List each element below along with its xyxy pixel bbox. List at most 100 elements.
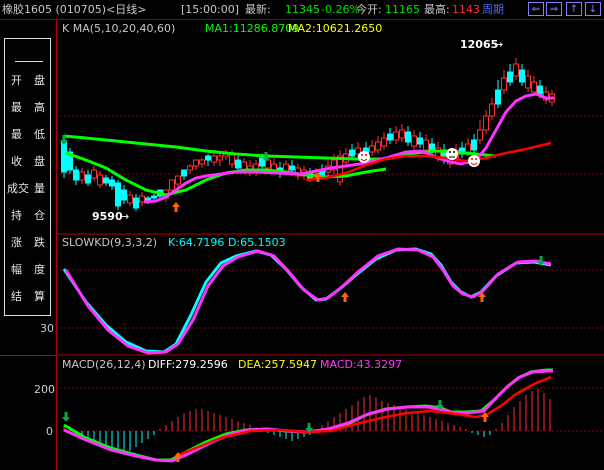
- candle-body: [115, 182, 121, 207]
- menu-item-position[interactable]: 持仓: [5, 204, 50, 226]
- candle-body: [369, 145, 375, 153]
- kd-axis-label: 30: [40, 322, 54, 335]
- latest-value: 11345: [285, 3, 320, 16]
- candlesticks: [61, 58, 555, 211]
- menu-item-settle[interactable]: 结算: [5, 285, 50, 307]
- kd-k-value: K:64.7196: [168, 236, 224, 249]
- candle-body: [91, 169, 97, 179]
- candle-body: [519, 69, 525, 83]
- candle-body: [477, 129, 483, 141]
- field-menu: 开盘 最高 最低 收盘 成交量 持仓 涨跌 幅度 结算: [4, 38, 51, 316]
- candle-body: [73, 169, 79, 181]
- nav-right-icon[interactable]: ⇒: [546, 2, 562, 16]
- candle-body: [151, 195, 157, 199]
- candle-body: [205, 155, 211, 161]
- macd-diff-value: DIFF:279.2596: [148, 358, 228, 371]
- macd-dea-value: DEA:257.5947: [238, 358, 317, 371]
- open-label: 今开:: [356, 3, 382, 16]
- buy-arrow-icon: [172, 202, 180, 212]
- menu-item-volume[interactable]: 成交量: [5, 177, 50, 199]
- candle-body: [381, 137, 387, 147]
- smiley-face-icon: [358, 151, 370, 163]
- ma2-value: MA2:10621.2650: [288, 22, 382, 35]
- kd-k-line: [62, 247, 552, 354]
- candle-body: [211, 155, 217, 163]
- candle-body: [411, 135, 417, 147]
- candle-body: [139, 195, 145, 203]
- open-value: 11165: [385, 3, 420, 16]
- candle-body: [423, 139, 429, 151]
- latest-label: 最新:: [245, 3, 271, 16]
- candle-body: [375, 141, 381, 151]
- candle-body: [217, 155, 223, 161]
- main-panel-title: K MA(5,10,20,40,60): [62, 22, 175, 35]
- nav-left-icon[interactable]: ⇐: [528, 2, 544, 16]
- candle-body: [175, 175, 181, 185]
- candle-body: [393, 131, 399, 141]
- high-value: 1143: [452, 3, 480, 16]
- candle-body: [187, 165, 193, 171]
- sell-arrow-icon: [62, 412, 70, 422]
- candle-body: [537, 85, 543, 95]
- nav-up-icon[interactable]: ↑: [566, 2, 582, 16]
- candle-body: [495, 89, 501, 105]
- candle-body: [109, 179, 115, 187]
- change-percent: -0.26%: [321, 3, 360, 16]
- candle-body: [471, 139, 477, 151]
- macd-axis-200: 200: [34, 383, 55, 396]
- side-panel: 开盘 最高 最低 收盘 成交量 持仓 涨跌 幅度 结算 30: [0, 20, 57, 354]
- menu-item-change[interactable]: 涨跌: [5, 231, 50, 253]
- candle-body: [79, 171, 85, 181]
- menu-item-close[interactable]: 收盘: [5, 150, 50, 172]
- candle-body: [501, 77, 507, 91]
- candle-body: [199, 159, 205, 165]
- candle-body: [97, 174, 103, 186]
- candle-body: [145, 197, 151, 201]
- low-marker: 9590: [92, 210, 123, 223]
- kline-chart[interactable]: K MA(5,10,20,40,60) MA1:11286.8709 MA2:1…: [56, 20, 604, 469]
- kd-panel-title: SLOWKD(9,3,3,2): [62, 236, 157, 249]
- macd-axis-0: 0: [46, 425, 53, 438]
- macd-side-panel: 200 0: [0, 355, 57, 470]
- candle-body: [133, 197, 139, 209]
- high-marker: 12065: [460, 38, 498, 51]
- candle-body: [399, 129, 405, 139]
- menu-divider: [15, 61, 43, 62]
- menu-item-high[interactable]: 最高: [5, 96, 50, 118]
- neutral-face-icon: [446, 148, 458, 160]
- candle-body: [513, 63, 519, 77]
- candle-body: [121, 189, 127, 201]
- high-marker-arrow-icon: →: [494, 38, 503, 51]
- macd-histogram-value: MACD:43.3297: [320, 358, 402, 371]
- buy-arrow-icon: [341, 292, 349, 302]
- symbol-name: 橡胶1605 (010705): [2, 3, 107, 16]
- cycle-button[interactable]: 周期: [482, 0, 504, 19]
- menu-item-open[interactable]: 开盘: [5, 69, 50, 91]
- high-label: 最高:: [424, 3, 450, 16]
- candle-body: [417, 137, 423, 145]
- period-label[interactable]: <日线>: [106, 3, 146, 16]
- kd-d-line: [64, 247, 552, 355]
- nav-down-icon[interactable]: ↓: [585, 2, 601, 16]
- chart-grid: [56, 115, 604, 432]
- macd-histogram: [63, 389, 551, 453]
- menu-item-low[interactable]: 最低: [5, 123, 50, 145]
- candle-body: [531, 81, 537, 93]
- candle-body: [193, 159, 199, 167]
- quote-status-bar: 橡胶1605 (010705)<日线> [15:00:00] 最新: 11345…: [0, 0, 604, 20]
- smiley-face-icon: [468, 155, 480, 167]
- time-display: [15:00:00]: [181, 3, 239, 16]
- candle-body: [229, 153, 235, 165]
- candle-body: [61, 141, 67, 173]
- ma1-value: MA1:11286.8709: [205, 22, 299, 35]
- candle-body: [169, 179, 175, 191]
- candle-body: [127, 194, 133, 204]
- candle-body: [103, 177, 109, 184]
- candle-body: [349, 149, 355, 157]
- candle-body: [483, 115, 489, 131]
- candle-body: [85, 174, 91, 184]
- low-marker-arrow-icon: →: [120, 210, 129, 223]
- candle-body: [181, 169, 187, 177]
- candle-body: [525, 75, 531, 89]
- menu-item-change-pct[interactable]: 幅度: [5, 258, 50, 280]
